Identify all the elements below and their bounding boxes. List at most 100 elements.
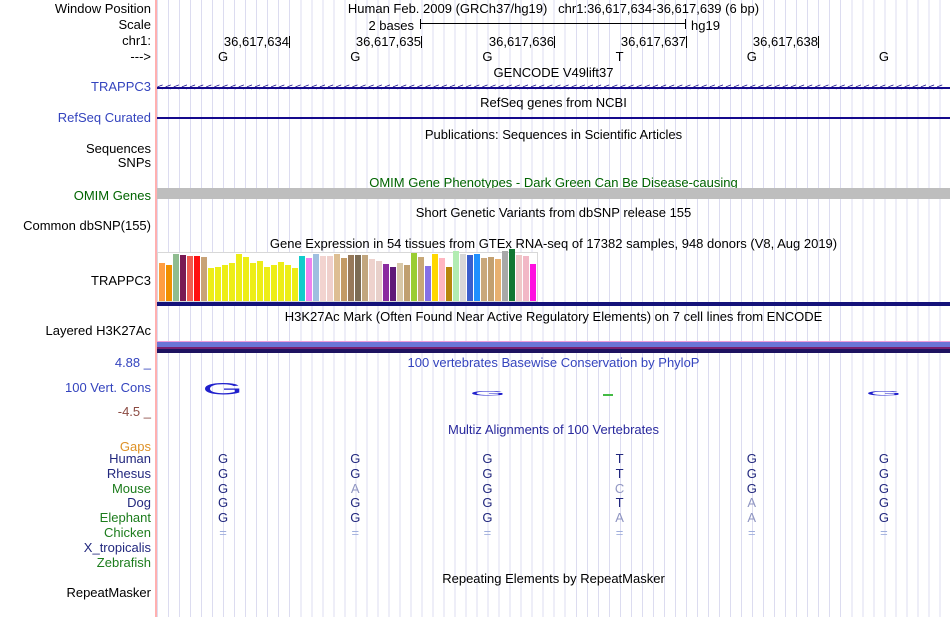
sequence-base: G — [218, 49, 229, 64]
gtex-tissue-bar[interactable] — [201, 257, 207, 301]
gtex-tissue-bar[interactable] — [173, 254, 179, 301]
gtex-tissue-bar[interactable] — [376, 261, 382, 301]
omim-gene-bar[interactable] — [157, 188, 950, 199]
phylop-label[interactable]: 100 Vert. Cons — [0, 381, 151, 394]
gtex-tissue-bar[interactable] — [285, 265, 291, 301]
gtex-tissue-bar[interactable] — [229, 263, 235, 301]
gtex-tissue-bar[interactable] — [334, 254, 340, 301]
multiz-species-label[interactable]: X_tropicalis — [0, 541, 151, 554]
gtex-track-title: Gene Expression in 54 tissues from GTEx … — [269, 236, 838, 251]
gtex-tissue-bar[interactable] — [327, 256, 333, 301]
multiz-aligned-base: G — [482, 451, 493, 466]
gtex-tissue-bar[interactable] — [236, 254, 242, 301]
gtex-tissue-bar[interactable] — [208, 268, 214, 301]
multiz-aligned-base: = — [219, 525, 227, 540]
conservation-base-glyph[interactable]: G — [465, 388, 509, 398]
gtex-tissue-bar[interactable] — [432, 254, 438, 301]
publications-snps-label[interactable]: SNPs — [0, 156, 151, 169]
gtex-tissue-bar[interactable] — [418, 257, 424, 301]
repeatmasker-label[interactable]: RepeatMasker — [0, 586, 151, 599]
chromosome-label: chr1: — [122, 33, 151, 48]
gtex-tissue-bar[interactable] — [404, 265, 410, 301]
gtex-tissue-bar[interactable] — [264, 267, 270, 301]
multiz-species-label[interactable]: Zebrafish — [0, 556, 151, 569]
gtex-tissue-bar[interactable] — [292, 268, 298, 301]
gtex-tissue-bar[interactable] — [166, 265, 172, 301]
refseq-gene-line[interactable] — [157, 117, 950, 119]
gtex-tissue-bar[interactable] — [467, 255, 473, 301]
conservation-letter: G — [202, 380, 244, 399]
conservation-base-glyph[interactable]: G — [862, 388, 906, 398]
conservation-base-glyph[interactable]: G — [201, 380, 245, 399]
dbsnp-label[interactable]: Common dbSNP(155) — [0, 219, 151, 232]
gtex-tissue-bar[interactable] — [390, 267, 396, 301]
gtex-tissue-bar[interactable] — [530, 264, 536, 301]
gtex-tissue-bar[interactable] — [320, 256, 326, 301]
omim-genes-label[interactable]: OMIM Genes — [0, 189, 151, 202]
gtex-tissue-bar[interactable] — [257, 261, 263, 301]
multiz-aligned-base: G — [350, 466, 361, 481]
ruler-position-number: 36,617,634 — [223, 34, 289, 49]
gtex-tissue-bar[interactable] — [425, 266, 431, 301]
gtex-tissue-bar[interactable] — [369, 259, 375, 301]
gtex-tissue-bar[interactable] — [222, 265, 228, 301]
gtex-tissue-bar[interactable] — [523, 256, 529, 301]
genome-browser-image[interactable]: Window Position Human Feb. 2009 (GRCh37/… — [0, 0, 950, 617]
multiz-aligned-base: G — [218, 481, 229, 496]
conservation-dash[interactable] — [602, 394, 613, 396]
gtex-tissue-bar[interactable] — [250, 263, 256, 301]
multiz-species-label[interactable]: Mouse — [0, 482, 151, 495]
multiz-species-label[interactable]: Dog — [0, 496, 151, 509]
h3k27ac-label[interactable]: Layered H3K27Ac — [0, 324, 151, 337]
multiz-aligned-base: = — [483, 525, 492, 540]
gtex-tissue-bar[interactable] — [313, 254, 319, 301]
gtex-tissue-bar[interactable] — [460, 254, 466, 301]
publications-sequences-label[interactable]: Sequences — [0, 142, 151, 155]
gtex-tissue-bar[interactable] — [411, 253, 417, 301]
gtex-tissue-bar[interactable] — [362, 255, 368, 301]
gtex-tissue-bar[interactable] — [481, 258, 487, 301]
repeatmasker-track-title: Repeating Elements by RepeatMasker — [442, 571, 665, 586]
gtex-tissue-bar[interactable] — [516, 255, 522, 301]
multiz-aligned-base: = — [880, 525, 888, 540]
refseq-curated-label[interactable]: RefSeq Curated — [0, 111, 151, 124]
h3k27ac-layered-signal[interactable] — [157, 341, 950, 353]
gtex-tissue-bar[interactable] — [187, 256, 193, 301]
gtex-tissue-bar[interactable] — [194, 256, 200, 301]
gtex-tissue-bar[interactable] — [180, 255, 186, 301]
gtex-tissue-bar[interactable] — [488, 257, 494, 301]
multiz-aligned-base: G — [878, 510, 889, 525]
gtex-tissue-bar[interactable] — [502, 251, 508, 301]
gtex-tissue-bar[interactable] — [348, 255, 354, 301]
multiz-species-label[interactable]: Chicken — [0, 526, 151, 539]
gencode-gene-label[interactable]: TRAPPC3 — [0, 80, 151, 93]
gtex-tissue-bar[interactable] — [306, 258, 312, 301]
gtex-tissue-bar[interactable] — [215, 267, 221, 301]
multiz-track-title: Multiz Alignments of 100 Vertebrates — [447, 422, 659, 437]
gencode-gene-model[interactable]: <<<<<<<<<<<<<<<<<<<<<<<<<<<<<<<<<<<<<<<<… — [157, 81, 950, 94]
gtex-tissue-bar[interactable] — [159, 263, 165, 301]
gtex-tissue-bar[interactable] — [355, 255, 361, 301]
gtex-gene-label[interactable]: TRAPPC3 — [0, 274, 151, 287]
gtex-tissue-bar[interactable] — [474, 254, 480, 301]
gtex-tissue-bar[interactable] — [397, 263, 403, 301]
conservation-letter: G — [469, 389, 506, 397]
multiz-aligned-base: = — [351, 525, 360, 540]
multiz-species-label[interactable]: Rhesus — [0, 467, 151, 480]
multiz-species-label[interactable]: Human — [0, 452, 151, 465]
gtex-tissue-bar[interactable] — [495, 259, 501, 301]
gtex-tissue-bar[interactable] — [453, 251, 459, 301]
gtex-tissue-bar[interactable] — [439, 258, 445, 301]
multiz-aligned-base: G — [482, 481, 493, 496]
sequence-base: G — [878, 49, 889, 64]
gtex-tissue-bar[interactable] — [446, 267, 452, 301]
multiz-species-label[interactable]: Elephant — [0, 511, 151, 524]
gtex-expression-barchart[interactable] — [157, 249, 538, 302]
gtex-tissue-bar[interactable] — [243, 257, 249, 301]
gtex-tissue-bar[interactable] — [278, 262, 284, 301]
gtex-tissue-bar[interactable] — [299, 256, 305, 301]
gtex-tissue-bar[interactable] — [271, 265, 277, 301]
gtex-tissue-bar[interactable] — [341, 258, 347, 301]
gtex-tissue-bar[interactable] — [383, 264, 389, 301]
gtex-tissue-bar[interactable] — [509, 249, 515, 301]
